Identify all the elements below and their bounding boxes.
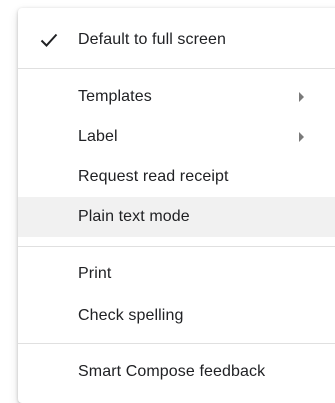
menu-item-templates[interactable]: Templates (18, 77, 335, 117)
menu-item-print[interactable]: Print (18, 254, 335, 294)
menu-divider (18, 68, 335, 69)
menu-item-label: Plain text mode (78, 208, 190, 225)
menu-divider (18, 246, 335, 247)
menu-item-label: Request read receipt (78, 168, 229, 185)
menu-item-label: Default to full screen (78, 31, 227, 48)
menu-item-request-read-receipt[interactable]: Request read receipt (18, 157, 335, 197)
menu-item-label: Smart Compose feedback (78, 363, 266, 380)
menu-item-label: Check spelling (78, 307, 184, 324)
menu-item-check-spelling[interactable]: Check spelling (18, 296, 335, 336)
menu-item-label: Templates (78, 88, 152, 105)
check-icon (40, 33, 58, 47)
menu-item-plain-text-mode[interactable]: Plain text mode (18, 197, 335, 237)
more-options-menu: Default to full screen Templates Label R… (18, 8, 335, 403)
menu-item-label-submenu[interactable]: Label (18, 117, 335, 157)
menu-divider (18, 343, 335, 344)
chevron-right-icon (299, 132, 304, 142)
menu-item-label: Label (78, 128, 118, 145)
menu-item-default-to-full-screen[interactable]: Default to full screen (18, 20, 335, 60)
chevron-right-icon (299, 92, 304, 102)
menu-item-label: Print (78, 265, 112, 282)
menu-item-smart-compose-feedback[interactable]: Smart Compose feedback (18, 352, 335, 392)
